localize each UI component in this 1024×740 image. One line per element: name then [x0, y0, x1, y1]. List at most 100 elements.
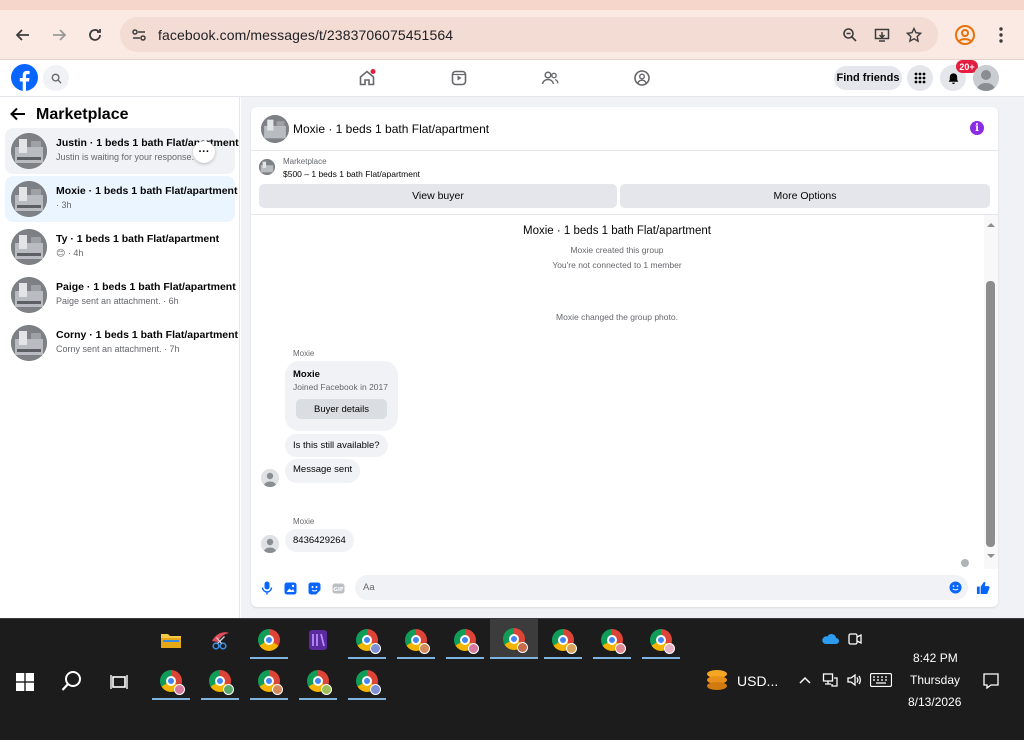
chrome-profile-taskbar-button[interactable]: [544, 621, 582, 659]
taskbar-search-button[interactable]: [60, 669, 84, 693]
address-bar[interactable]: facebook.com/messages/t/2383706075451564: [120, 17, 938, 52]
start-button[interactable]: [14, 671, 36, 693]
friends-nav-button[interactable]: [540, 68, 560, 88]
chat-listing-thumbnail[interactable]: [261, 115, 289, 143]
sender-avatar[interactable]: [261, 469, 279, 487]
chat-window: Moxie · 1 beds 1 bath Flat/apartment i M…: [251, 107, 998, 607]
chat-header: Moxie · 1 beds 1 bath Flat/apartment i: [251, 107, 998, 151]
site-settings-icon[interactable]: [130, 26, 148, 44]
show-hidden-icons-chevron-icon[interactable]: [798, 673, 812, 687]
sender-avatar[interactable]: [261, 535, 279, 553]
conversation-item[interactable]: Corny · 1 beds 1 bath Flat/apartment Cor…: [5, 320, 239, 366]
account-avatar-button[interactable]: [973, 65, 999, 91]
conversation-preview: 😊 · 4h: [56, 248, 84, 258]
kebab-menu-icon: [999, 27, 1003, 43]
chrome-profile-taskbar-button[interactable]: [348, 662, 386, 700]
meet-now-icon[interactable]: [846, 630, 864, 648]
chrome-menu-button[interactable]: [990, 24, 1012, 46]
chrome-profile-taskbar-button[interactable]: [152, 662, 190, 700]
listing-thumbnail: [11, 277, 47, 313]
groups-icon: [634, 70, 650, 86]
user-avatar-icon: [973, 65, 999, 91]
chrome-profile-taskbar-button[interactable]: [446, 621, 484, 659]
chrome-profile-taskbar-button[interactable]: [299, 662, 337, 700]
task-view-button[interactable]: [108, 671, 130, 693]
conversation-item[interactable]: Ty · 1 beds 1 bath Flat/apartment 😊 · 4h: [5, 224, 235, 270]
currency-widget-label[interactable]: USD...: [737, 673, 778, 689]
notification-center-icon[interactable]: [981, 671, 1001, 691]
snipping-tool-taskbar-button[interactable]: [201, 621, 239, 659]
file-explorer-taskbar-button[interactable]: [152, 621, 190, 659]
user-avatar-icon: [261, 469, 279, 487]
chrome-icon: [601, 629, 626, 654]
buyer-joined: Joined Facebook in 2017: [293, 382, 388, 392]
emoji-icon[interactable]: [949, 581, 962, 597]
chrome-profile-taskbar-button[interactable]: [397, 621, 435, 659]
video-nav-button[interactable]: [449, 68, 469, 88]
conversation-more-button[interactable]: ···: [193, 141, 215, 163]
chrome-profile-taskbar-button[interactable]: [348, 621, 386, 659]
reload-button[interactable]: [82, 22, 108, 48]
windows-taskbar: USD... 8:42 PM Thursday 8/13/2026: [0, 618, 1024, 740]
gif-icon[interactable]: GIF: [331, 581, 345, 595]
bookmark-star-icon[interactable]: [904, 25, 924, 45]
chrome-icon: [552, 629, 577, 654]
microphone-icon[interactable]: [260, 581, 274, 595]
onedrive-icon[interactable]: [820, 631, 840, 647]
message-bubble[interactable]: 8436429264: [285, 529, 354, 552]
find-friends-button[interactable]: Find friends: [834, 66, 902, 90]
sticker-icon[interactable]: [307, 581, 321, 595]
home-nav-button[interactable]: [357, 68, 377, 88]
back-button[interactable]: [10, 22, 36, 48]
clock-day[interactable]: Thursday: [910, 673, 960, 687]
chrome-icon: [307, 670, 332, 695]
url-text[interactable]: facebook.com/messages/t/2383706075451564: [158, 27, 453, 43]
keyboard-icon[interactable]: [869, 671, 893, 689]
more-options-button[interactable]: More Options: [620, 184, 990, 208]
install-app-icon[interactable]: [872, 25, 892, 45]
conversation-title: Corny · 1 beds 1 bath Flat/apartment: [56, 329, 239, 341]
chrome-profile-taskbar-button[interactable]: [250, 662, 288, 700]
app-taskbar-button[interactable]: [299, 621, 337, 659]
sender-name: Moxie: [293, 349, 315, 358]
photo-attach-icon[interactable]: [283, 581, 297, 595]
gaming-nav-button[interactable]: [632, 68, 652, 88]
user-avatar-icon: [261, 535, 279, 553]
chrome-profile-taskbar-button[interactable]: [201, 662, 239, 700]
thumbs-up-icon[interactable]: [976, 580, 990, 594]
conversation-info-icon[interactable]: i: [970, 121, 984, 135]
buyer-details-button[interactable]: Buyer details: [296, 399, 387, 419]
volume-icon[interactable]: [845, 671, 863, 689]
chrome-profile-button[interactable]: [953, 23, 977, 47]
chrome-profile-taskbar-button[interactable]: [593, 621, 631, 659]
conversation-item[interactable]: Paige · 1 beds 1 bath Flat/apartment Pai…: [5, 272, 236, 318]
facebook-logo-icon[interactable]: [11, 64, 38, 91]
listing-price-title[interactable]: $500 – 1 beds 1 bath Flat/apartment: [283, 169, 420, 179]
message-bubble[interactable]: Is this still available?: [285, 434, 388, 457]
clock-time[interactable]: 8:42 PM: [913, 651, 958, 665]
menu-grid-button[interactable]: [907, 65, 933, 91]
video-icon: [451, 70, 467, 86]
clock-date[interactable]: 8/13/2026: [908, 695, 961, 709]
conversation-item[interactable]: Moxie · 1 beds 1 bath Flat/apartment · 3…: [5, 176, 237, 222]
chrome-profile-taskbar-button[interactable]: [642, 621, 680, 659]
chrome-profile-taskbar-button-active[interactable]: [490, 619, 538, 659]
scissors-icon: [212, 632, 229, 650]
back-arrow-button[interactable]: [10, 107, 26, 124]
zoom-icon[interactable]: [840, 25, 860, 45]
view-buyer-button[interactable]: View buyer: [259, 184, 617, 208]
chrome-taskbar-button[interactable]: [250, 621, 288, 659]
facebook-top-bar: Find friends 20+: [0, 60, 1024, 97]
message-bubble[interactable]: Message sent: [285, 459, 361, 483]
listing-thumbnail: [11, 325, 47, 361]
message-input[interactable]: Aa: [355, 575, 968, 600]
forward-button[interactable]: [46, 22, 72, 48]
facebook-search-button[interactable]: [43, 65, 69, 91]
chat-title[interactable]: Moxie · 1 beds 1 bath Flat/apartment: [293, 122, 489, 136]
back-arrow-icon: [10, 107, 25, 120]
network-icon[interactable]: [821, 671, 839, 689]
conversation-item[interactable]: Justin · 1 beds 1 bath Flat/apartment Ju…: [5, 128, 239, 174]
message-thread: Moxie · 1 beds 1 bath Flat/apartment Mox…: [251, 215, 998, 569]
currency-widget-icon[interactable]: [703, 667, 731, 693]
scrollbar-thumb[interactable]: [986, 281, 995, 547]
